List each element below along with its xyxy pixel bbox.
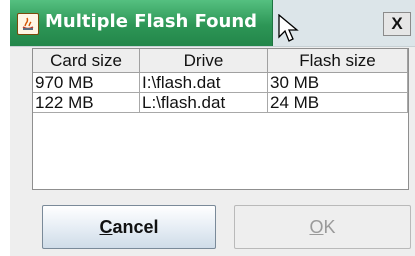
cancel-label: ancel [112, 217, 159, 237]
cancel-button[interactable]: Cancel [42, 205, 216, 249]
ok-button[interactable]: OK [234, 205, 411, 249]
title-bar-active-area[interactable]: Multiple Flash Found [10, 0, 273, 46]
table-header: Card size Drive Flash size [33, 49, 408, 73]
title-bar[interactable]: Multiple Flash Found X [10, 0, 415, 47]
column-header-flash-size[interactable]: Flash size [268, 49, 408, 73]
cell-flash-size: 30 MB [268, 73, 408, 93]
cell-card-size: 970 MB [33, 73, 140, 93]
window-title: Multiple Flash Found [45, 11, 258, 32]
cell-flash-size: 24 MB [268, 93, 408, 113]
table-row[interactable]: 970 MB I:\flash.dat 30 MB [33, 73, 408, 93]
cell-drive: L:\flash.dat [140, 93, 268, 113]
close-icon: X [391, 14, 403, 33]
cancel-mnemonic: C [99, 217, 113, 237]
flash-table[interactable]: Card size Drive Flash size 970 MB I:\fla… [32, 48, 409, 190]
cell-card-size: 122 MB [33, 93, 140, 113]
ok-mnemonic: O [309, 217, 324, 237]
cell-drive: I:\flash.dat [140, 73, 268, 93]
close-button[interactable]: X [383, 12, 411, 36]
mouse-cursor-icon [278, 14, 299, 42]
column-header-drive[interactable]: Drive [140, 49, 268, 73]
java-app-icon [17, 13, 39, 35]
table-row[interactable]: 122 MB L:\flash.dat 24 MB [33, 93, 408, 113]
column-header-card-size[interactable]: Card size [33, 49, 140, 73]
multiple-flash-dialog: Multiple Flash Found X Card size Drive F… [10, 0, 415, 256]
ok-label: K [323, 217, 336, 237]
